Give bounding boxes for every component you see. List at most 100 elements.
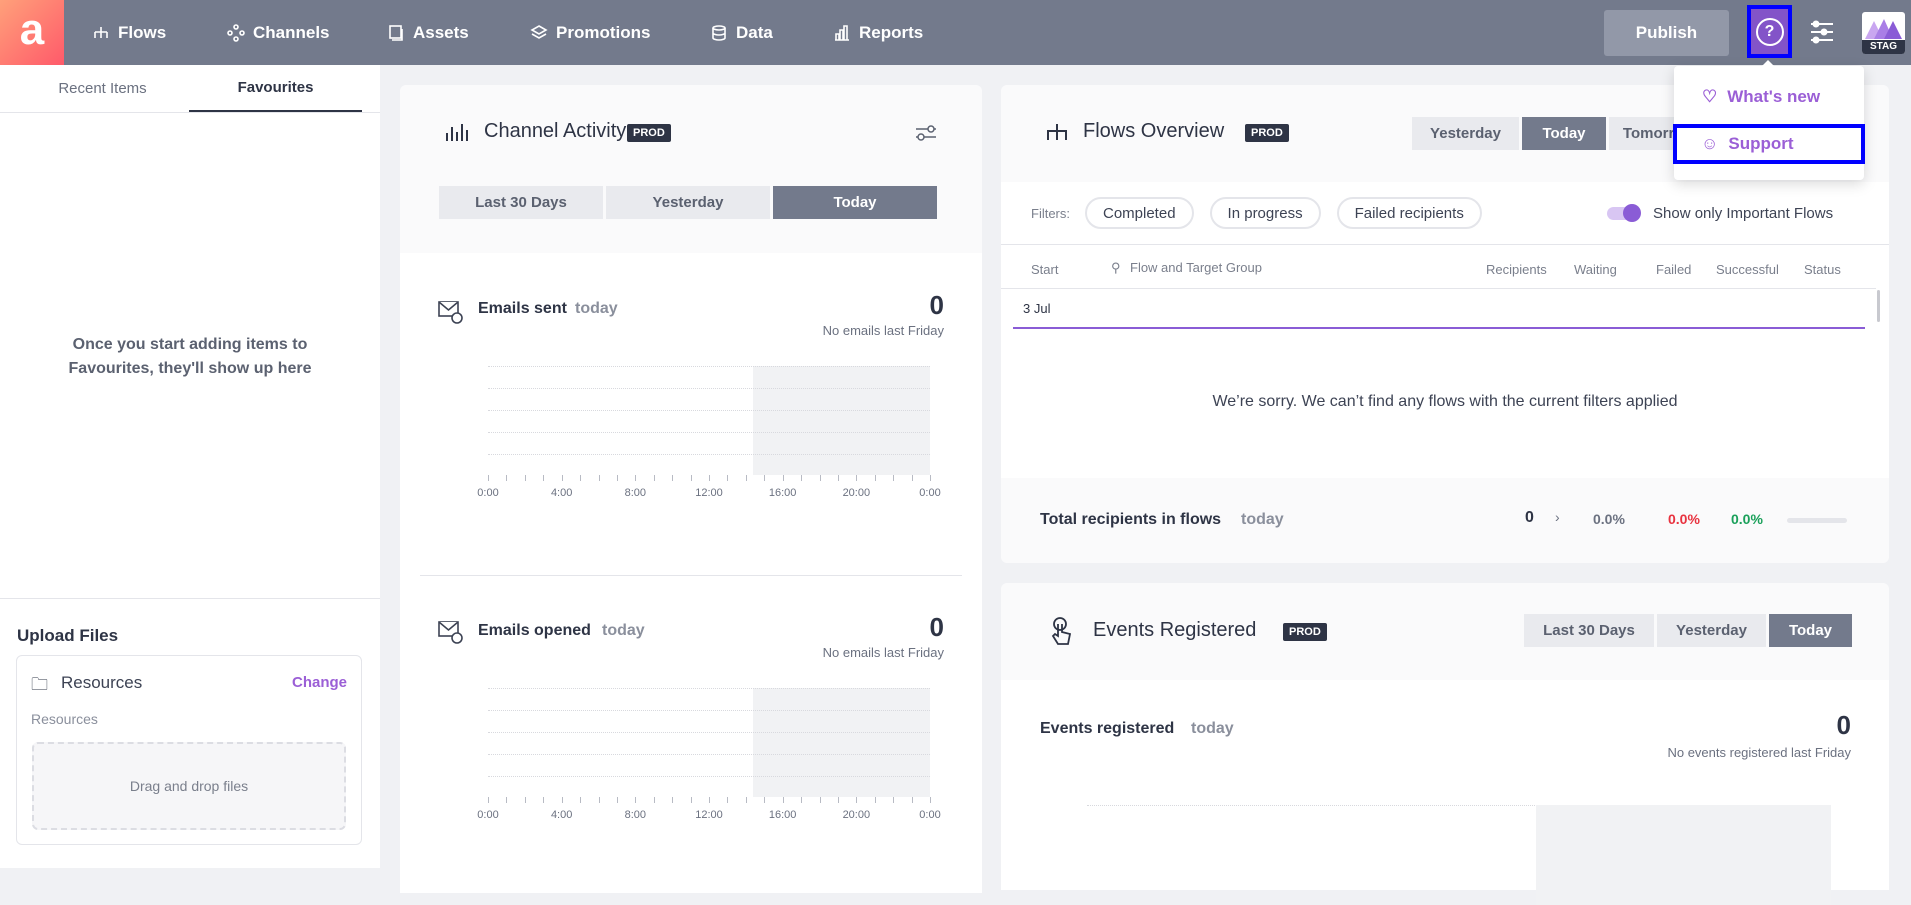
- col-flow-search[interactable]: Flow and Target Group: [1130, 260, 1262, 275]
- metric-comparison: No emails last Friday: [822, 645, 944, 660]
- search-icon[interactable]: ⚲: [1111, 260, 1121, 276]
- chart-gridline: [488, 732, 930, 733]
- filter-completed[interactable]: Completed: [1085, 197, 1194, 229]
- filters-label: Filters:: [1031, 206, 1070, 221]
- chart-tick: [930, 475, 931, 481]
- events-metric-period: today: [1191, 720, 1234, 737]
- filter-settings-icon[interactable]: [915, 123, 937, 143]
- chart-gridline: [488, 688, 930, 689]
- nav-reports[interactable]: Reports: [833, 0, 923, 65]
- menu-item-label: Support: [1728, 134, 1794, 153]
- flows-icon: [1047, 124, 1067, 140]
- date-row-underline: [1013, 327, 1865, 329]
- filter-in-progress[interactable]: In progress: [1209, 197, 1321, 229]
- chart-tick: [635, 475, 637, 481]
- range-yesterday[interactable]: Yesterday: [1657, 614, 1766, 647]
- range-today[interactable]: Today: [773, 186, 937, 219]
- folder-path: Resources: [31, 711, 98, 727]
- chart-gridline: [488, 432, 930, 433]
- environment-badge[interactable]: STAG: [1862, 12, 1905, 54]
- range-today[interactable]: Today: [1522, 117, 1606, 150]
- metric-title: Emails sent: [478, 300, 567, 317]
- range-last-30-days[interactable]: Last 30 Days: [1524, 614, 1654, 647]
- metric-period: today: [602, 622, 645, 639]
- app-logo[interactable]: a: [0, 0, 64, 65]
- menu-item-support[interactable]: ☺ Support: [1673, 124, 1865, 164]
- events-range-tabs: Last 30 Days Yesterday Today: [1524, 614, 1852, 647]
- range-yesterday[interactable]: Yesterday: [606, 186, 770, 219]
- chart-future-area: [753, 366, 930, 475]
- col-start[interactable]: Start: [1031, 262, 1058, 277]
- chart-tick: [837, 475, 839, 481]
- chart-tick: [819, 797, 821, 803]
- x-tick-label: 8:00: [624, 809, 647, 821]
- nav-label: Flows: [118, 22, 167, 42]
- help-menu: ♡ What's new ☺ Support: [1673, 60, 1865, 180]
- events-chart-future-area: [1536, 805, 1831, 905]
- total-recipients-period: today: [1241, 511, 1284, 528]
- events-registered-card: Events Registered PROD Last 30 Days Yest…: [1001, 583, 1889, 905]
- upload-files-title: Upload Files: [17, 626, 119, 645]
- nav-flows[interactable]: Flows: [92, 0, 166, 65]
- events-metrics: Events registered today 0 No events regi…: [1001, 680, 1889, 905]
- prod-badge: PROD: [627, 124, 671, 142]
- success-progress-bar: [1787, 518, 1847, 523]
- col-successful: Successful: [1716, 262, 1779, 277]
- range-yesterday[interactable]: Yesterday: [1412, 117, 1519, 150]
- change-folder-link[interactable]: Change: [292, 674, 347, 691]
- menu-item-label: What's new: [1727, 86, 1821, 106]
- reports-icon: [835, 24, 849, 41]
- x-tick-label: 8:00: [624, 487, 647, 499]
- scrollbar[interactable]: [1877, 290, 1880, 322]
- chevron-right-icon[interactable]: ›: [1555, 509, 1560, 525]
- chart-tick: [727, 797, 729, 803]
- chart-tick: [837, 797, 839, 803]
- chart-tick: [856, 475, 858, 481]
- total-recipients-count: 0: [1525, 509, 1534, 526]
- settings-sliders-icon[interactable]: [1808, 18, 1836, 46]
- tab-favourites[interactable]: Favourites: [189, 65, 362, 112]
- publish-button[interactable]: Publish: [1604, 10, 1729, 56]
- chart-tick: [782, 475, 784, 481]
- chart-tick: [543, 797, 545, 803]
- divider: [0, 598, 380, 599]
- help-button[interactable]: ?: [1747, 5, 1792, 58]
- divider: [1001, 288, 1876, 289]
- events-comparison: No events registered last Friday: [1667, 745, 1851, 760]
- range-today[interactable]: Today: [1769, 614, 1852, 647]
- range-last-30-days[interactable]: Last 30 Days: [439, 186, 603, 219]
- chart-gridline: [488, 754, 930, 755]
- chart-tick: [856, 797, 858, 803]
- database-icon: [712, 24, 726, 41]
- card-title: Flows Overview: [1083, 120, 1225, 142]
- nav-label: Assets: [413, 22, 469, 42]
- nav-assets[interactable]: Assets: [387, 0, 469, 65]
- x-tick-label: 0:00: [919, 487, 941, 499]
- events-metric-title: Events registered: [1040, 720, 1175, 737]
- promotions-icon: [530, 24, 548, 39]
- chart-tick: [506, 797, 508, 803]
- file-dropzone[interactable]: Drag and drop files: [32, 742, 346, 830]
- filter-chips: Completed In progress Failed recipients: [1085, 197, 1482, 229]
- toggle-label: Show only Important Flows: [1653, 205, 1834, 222]
- nav-label: Promotions: [556, 22, 651, 42]
- x-tick-label: 12:00: [695, 809, 723, 821]
- date-row: 3 Jul: [1023, 301, 1051, 316]
- emails-sent-section: Emails sent today 0 No emails last Frida…: [400, 253, 982, 575]
- chart-tick: [911, 797, 913, 803]
- nav-data[interactable]: Data: [710, 0, 773, 65]
- chart-tick: [709, 475, 710, 481]
- chart-tick: [727, 475, 729, 481]
- total-recipients-label: Total recipients in flows: [1040, 511, 1222, 528]
- tab-recent-items[interactable]: Recent Items: [16, 65, 189, 112]
- filter-failed-recipients[interactable]: Failed recipients: [1336, 197, 1482, 229]
- chart-tick: [801, 475, 803, 481]
- chart-tick: [653, 797, 655, 803]
- empty-flows-message: We’re sorry. We can’t find any flows wit…: [1212, 393, 1678, 410]
- col-status: Status: [1804, 262, 1841, 277]
- nav-channels[interactable]: Channels: [227, 0, 330, 65]
- chart-gridline: [488, 388, 930, 389]
- important-flows-toggle[interactable]: [1607, 204, 1641, 222]
- menu-item-whats-new[interactable]: ♡ What's new: [1674, 78, 1864, 115]
- nav-promotions[interactable]: Promotions: [530, 0, 650, 65]
